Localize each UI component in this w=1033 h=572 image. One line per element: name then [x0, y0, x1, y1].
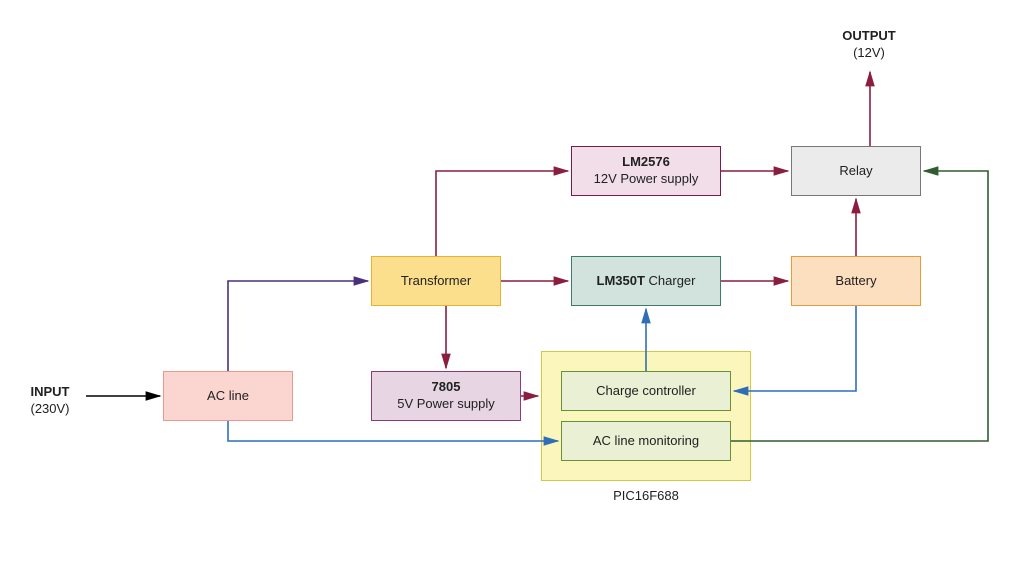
block-relay: Relay [791, 146, 921, 196]
block-ac-line: AC line [163, 371, 293, 421]
block-battery-label: Battery [835, 273, 876, 290]
arrow-battery-to-chargectl [734, 306, 856, 391]
block-lm350t-rest: Charger [645, 273, 696, 288]
block-charge-controller: Charge controller [561, 371, 731, 411]
input-label-sub: (230V) [20, 401, 80, 418]
block-transformer-label: Transformer [401, 273, 471, 290]
input-label: INPUT (230V) [20, 384, 80, 418]
block-lm2576-sub: 12V Power supply [594, 171, 699, 188]
block-ac-line-label: AC line [207, 388, 249, 405]
output-label-title: OUTPUT [834, 28, 904, 45]
block-7805-bold: 7805 [432, 379, 461, 396]
arrow-acline-to-monitoring [228, 421, 558, 441]
block-7805-sub: 5V Power supply [397, 396, 495, 413]
block-ac-line-monitoring-label: AC line monitoring [593, 433, 699, 450]
block-lm350t: LM350T Charger [571, 256, 721, 306]
arrow-acline-to-transformer [228, 281, 368, 371]
block-lm2576-bold: LM2576 [622, 154, 670, 171]
pic-caption-text: PIC16F688 [613, 488, 679, 503]
arrow-monitoring-to-relay [731, 171, 988, 441]
block-relay-label: Relay [839, 163, 872, 180]
block-battery: Battery [791, 256, 921, 306]
arrow-transformer-to-lm2576 [436, 171, 568, 256]
block-lm350t-bold: LM350T [597, 273, 645, 288]
block-7805: 7805 5V Power supply [371, 371, 521, 421]
input-label-title: INPUT [20, 384, 80, 401]
block-lm2576: LM2576 12V Power supply [571, 146, 721, 196]
block-transformer: Transformer [371, 256, 501, 306]
block-ac-line-monitoring: AC line monitoring [561, 421, 731, 461]
pic-caption: PIC16F688 [541, 488, 751, 505]
output-label: OUTPUT (12V) [834, 28, 904, 62]
output-label-sub: (12V) [834, 45, 904, 62]
block-charge-controller-label: Charge controller [596, 383, 696, 400]
block-lm350t-line: LM350T Charger [597, 273, 696, 290]
